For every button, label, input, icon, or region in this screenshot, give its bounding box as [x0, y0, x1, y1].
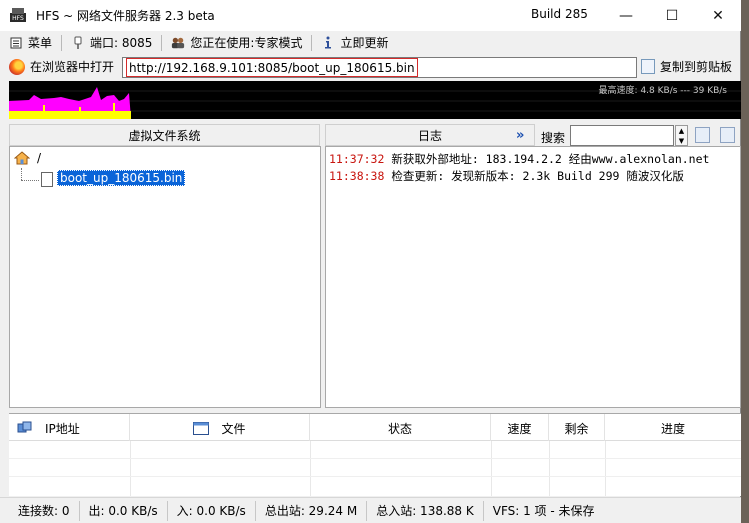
url-bar-row: 在浏览器中打开 http://192.168.9.101:8085/boot_u… — [0, 54, 741, 81]
main-toolbar: 菜单 端口: 8085 您正在使用:专家模式 立即更新 — [0, 31, 741, 54]
port-label: 端口: 8085 — [90, 36, 153, 50]
home-icon — [14, 151, 30, 165]
plug-icon — [71, 36, 85, 50]
status-vfs: VFS: 1 项 - 未保存 — [492, 504, 595, 518]
clipboard-icon — [641, 59, 655, 74]
status-connections: 连接数: 0 — [0, 500, 80, 521]
find-icon[interactable] — [720, 127, 735, 143]
toolbar-divider — [311, 34, 313, 51]
window-icon — [193, 421, 210, 435]
open-in-browser-label: 在浏览器中打开 — [30, 60, 115, 74]
status-bar: 连接数: 0 出: 0.0 KB/s 入: 0.0 KB/s 总出站: 29.2… — [0, 497, 741, 523]
column-file-label: 文件 — [221, 421, 246, 436]
tree-connector — [21, 180, 39, 181]
log-pane[interactable]: 11:37:32 新获取外部地址: 183.194.2.2 经由www.alex… — [325, 146, 741, 408]
log-text: 新获取外部地址: 183.194.2.2 经由www.alexnolan.net — [391, 152, 710, 166]
status-total-in: 总入站: 138.88 K — [367, 500, 484, 521]
menu-button[interactable]: 菜单 — [0, 31, 56, 54]
status-total-out: 总出站: 29.24 M — [256, 500, 368, 521]
toolbar-divider — [161, 34, 163, 51]
maximize-button[interactable]: ☐ — [649, 0, 695, 31]
vfs-root-node[interactable]: / — [14, 151, 41, 165]
info-icon — [321, 36, 335, 50]
close-button[interactable]: ✕ — [695, 0, 741, 31]
vfs-tree[interactable]: / boot_up_180615.bin — [9, 146, 321, 408]
firefox-icon — [9, 58, 25, 75]
bandwidth-graph: 最高速度: 4.8 KB/s --- 39 KB/s — [9, 81, 741, 119]
url-text[interactable]: http://192.168.9.101:8085/boot_up_180615… — [126, 58, 418, 77]
vfs-file-item[interactable]: boot_up_180615.bin — [57, 170, 186, 186]
max-speed-label: 最高速度: 4.8 KB/s --- 39 KB/s — [598, 86, 727, 96]
vfs-root-label: / — [37, 151, 42, 165]
log-entry: 11:38:38 检查更新: 发现新版本: 2.3k Build 299 随波汉… — [329, 168, 684, 184]
column-ip[interactable]: IP地址 — [9, 414, 130, 442]
vfs-header-label: 虚拟文件系统 — [128, 128, 201, 143]
column-status-label: 状态 — [387, 421, 412, 436]
column-remaining[interactable]: 剩余 — [549, 414, 605, 442]
update-label: 立即更新 — [340, 36, 389, 50]
hfs-app-icon: HFS — [10, 8, 26, 22]
window-title: HFS ~ 网络文件服务器 2.3 beta — [36, 9, 215, 23]
table-row — [9, 441, 741, 459]
connections-header: IP地址 文件 状态 速度 剩余 进度 — [9, 413, 741, 442]
column-progress[interactable]: 进度 — [605, 414, 741, 442]
column-speed[interactable]: 速度 — [491, 414, 549, 442]
copy-to-clipboard-label: 复制到剪贴板 — [660, 60, 733, 74]
log-header-label: 日志 — [417, 128, 442, 143]
table-row — [9, 459, 741, 477]
copy-to-clipboard-button[interactable]: 复制到剪贴板 — [641, 58, 732, 75]
connections-list[interactable] — [9, 441, 741, 496]
log-text: 检查更新: 发现新版本: 2.3k Build 299 随波汉化版 — [391, 169, 684, 183]
search-spinner[interactable]: ▲ ▼ — [675, 125, 688, 146]
file-icon — [41, 172, 53, 187]
expand-chevrons-icon[interactable]: » — [516, 128, 524, 143]
svg-text:HFS: HFS — [12, 15, 24, 22]
menu-icon — [9, 36, 23, 50]
toolbar-divider — [61, 34, 63, 51]
build-label: Build 285 — [531, 7, 588, 21]
update-button[interactable]: 立即更新 — [317, 31, 392, 54]
port-button[interactable]: 端口: 8085 — [67, 31, 156, 54]
search-input[interactable] — [570, 125, 674, 146]
column-ip-label: IP地址 — [45, 421, 80, 436]
mode-button[interactable]: 您正在使用:专家模式 — [167, 31, 306, 54]
log-header: 日志 — [325, 124, 535, 146]
column-status[interactable]: 状态 — [310, 414, 491, 442]
minimize-button[interactable]: — — [603, 0, 649, 31]
users-icon — [171, 36, 185, 50]
log-entry: 11:37:32 新获取外部地址: 183.194.2.2 经由www.alex… — [329, 151, 709, 167]
log-time: 11:37:32 — [329, 152, 385, 166]
column-remaining-label: 剩余 — [564, 421, 589, 436]
mode-label: 您正在使用:专家模式 — [190, 36, 303, 50]
tree-connector — [21, 168, 22, 180]
copy-log-icon[interactable] — [695, 127, 710, 143]
hfs-window: HFS HFS ~ 网络文件服务器 2.3 beta Build 285 — ☐… — [0, 0, 741, 523]
search-label: 搜索 — [541, 131, 566, 145]
column-file[interactable]: 文件 — [130, 414, 310, 442]
title-bar[interactable]: HFS HFS ~ 网络文件服务器 2.3 beta Build 285 — ☐… — [0, 0, 741, 31]
status-out-speed: 出: 0.0 KB/s — [80, 500, 168, 521]
network-icon — [17, 421, 32, 433]
vfs-header: 虚拟文件系统 — [9, 124, 320, 146]
log-time: 11:38:38 — [329, 169, 385, 183]
status-in-speed: 入: 0.0 KB/s — [168, 500, 256, 521]
open-in-browser-button[interactable]: 在浏览器中打开 — [9, 58, 114, 75]
url-field[interactable]: http://192.168.9.101:8085/boot_up_180615… — [122, 57, 637, 78]
menu-label: 菜单 — [28, 36, 53, 50]
column-progress-label: 进度 — [660, 421, 685, 436]
column-speed-label: 速度 — [507, 421, 532, 436]
